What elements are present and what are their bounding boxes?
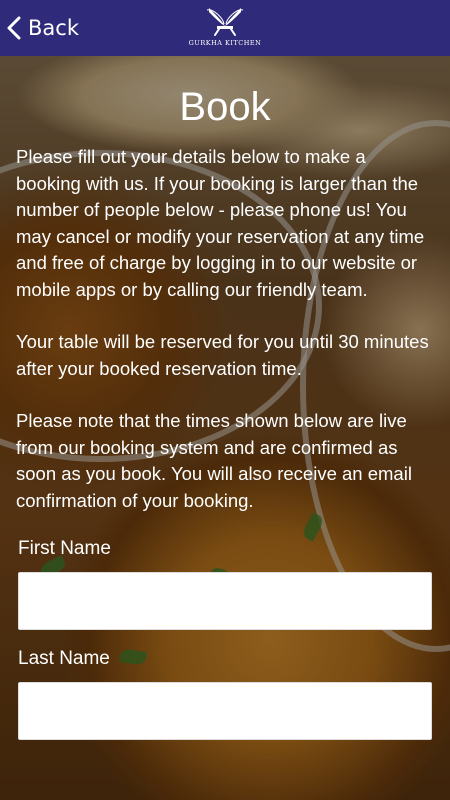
first-name-label: First Name [18, 538, 111, 559]
back-button[interactable]: Back [6, 12, 79, 44]
last-name-label: Last Name [18, 648, 110, 669]
page-title: Book [179, 85, 271, 129]
logo-brand-text: GURKHA KITCHEN [188, 39, 262, 47]
last-name-field[interactable] [18, 682, 432, 740]
gurkha-kitchen-logo: GURKHA KITCHEN [180, 4, 270, 52]
back-label: Back [28, 16, 79, 40]
booking-system-paragraph: Please note that the times shown below a… [16, 410, 412, 511]
chevron-left-icon [7, 16, 21, 40]
booking-content: Book Please fill out your details below … [0, 56, 450, 800]
first-name-field[interactable] [18, 572, 432, 630]
reservation-hold-paragraph: Your table will be reserved for you unti… [16, 331, 429, 379]
crossed-kukris-icon [206, 8, 244, 36]
top-app-bar: Back GURKHA KITCHEN [0, 0, 450, 56]
intro-paragraph: Please fill out your details below to ma… [16, 146, 425, 300]
booking-screen: Back GURKHA KITCHEN Book Please fill out… [0, 0, 450, 800]
